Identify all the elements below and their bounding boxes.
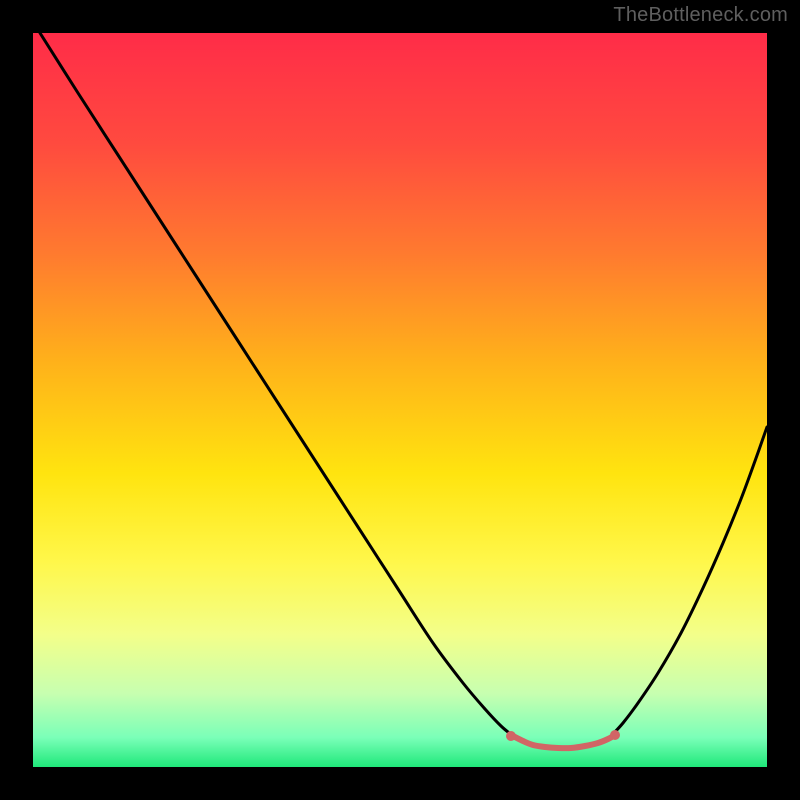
plot-area bbox=[33, 33, 767, 767]
series-flat-segments bbox=[511, 735, 615, 748]
chart-lines bbox=[33, 33, 767, 767]
series-right-curve bbox=[612, 427, 767, 735]
marker-0 bbox=[506, 731, 516, 741]
marker-1 bbox=[610, 730, 620, 740]
series-left-curve bbox=[40, 33, 513, 736]
watermark-text: TheBottleneck.com bbox=[613, 4, 788, 27]
chart-container: TheBottleneck.com bbox=[0, 0, 800, 800]
